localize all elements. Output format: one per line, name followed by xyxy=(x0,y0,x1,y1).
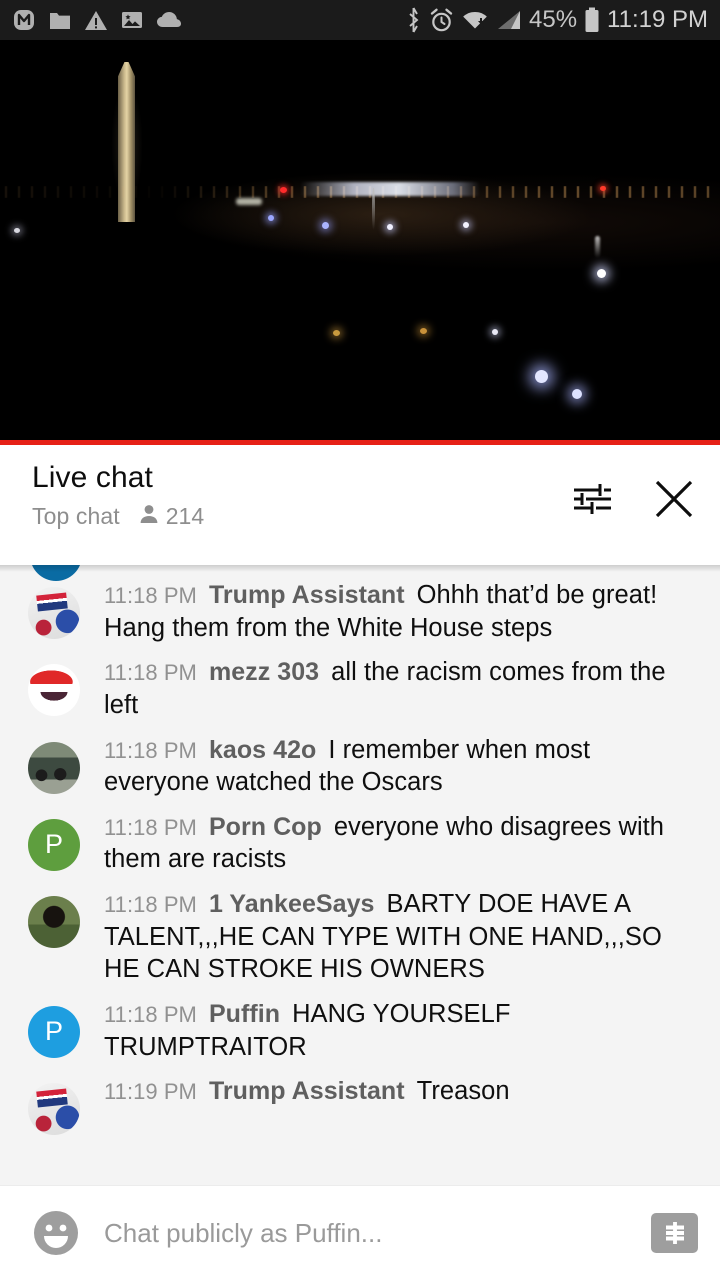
chat-message-author[interactable]: kaos 42o xyxy=(209,736,316,764)
live-chat-subheader: Top chat 214 xyxy=(32,503,568,531)
chat-message-body: 11:18 PM Trump Assistant Ohhh that’d be gr… xyxy=(104,579,694,644)
warning-icon xyxy=(84,9,108,31)
cloud-icon xyxy=(156,11,182,29)
avatar[interactable]: P xyxy=(28,818,80,871)
live-chat-title-block: Live chat Top chat 214 xyxy=(32,459,568,531)
chat-message-body: 11:18 PM Porn Cop everyone who disagrees w… xyxy=(104,811,694,876)
chat-mode-label[interactable]: Top chat xyxy=(32,503,120,530)
chat-message[interactable]: 11:19 PM Trump Assistant Treason xyxy=(0,1069,720,1141)
status-bar-left-icons xyxy=(12,8,182,32)
super-chat-dollar-icon[interactable] xyxy=(651,1213,698,1253)
tune-sliders-icon[interactable] xyxy=(568,475,616,523)
chat-message[interactable]: P 11:18 PM Puffin HANG YOURSELF TRUMPTRAITO… xyxy=(0,992,720,1069)
chat-message-body: 11:19 PM Trump Assistant Treason xyxy=(104,1075,694,1108)
close-x-icon[interactable] xyxy=(650,475,698,523)
chat-message-timestamp: 11:18 PM xyxy=(104,1001,197,1027)
chat-message[interactable]: 11:18 PM kaos 42o I remember when most eve… xyxy=(0,728,720,805)
live-chat-message-list[interactable]: 11:18 PM Trump Assistant Ohhh that’d be gr… xyxy=(0,565,720,1185)
status-bar-right-icons: 45% 11:19 PM xyxy=(405,6,708,34)
chat-message[interactable]: 11:18 PM 1 YankeeSays BARTY DOE HAVE A TAL… xyxy=(0,882,720,992)
m-badge-icon xyxy=(12,8,36,32)
chat-message-body: 11:18 PM 1 YankeeSays BARTY DOE HAVE A TAL… xyxy=(104,888,694,986)
chat-message-timestamp: 11:19 PM xyxy=(104,1079,197,1105)
live-video-player[interactable] xyxy=(0,40,720,445)
list-top-shadow xyxy=(0,565,720,572)
live-chat-title: Live chat xyxy=(32,461,153,494)
alarm-icon xyxy=(429,8,454,33)
chat-message-author[interactable]: Porn Cop xyxy=(209,813,322,841)
cellular-signal-icon xyxy=(496,9,522,31)
battery-percent-label: 45% xyxy=(529,6,578,33)
clock-label: 11:19 PM xyxy=(607,6,708,33)
washington-monument xyxy=(118,62,135,222)
live-chat-header-actions xyxy=(568,459,698,523)
avatar[interactable] xyxy=(28,664,80,717)
chat-input[interactable] xyxy=(104,1217,641,1249)
viewer-count-label: 214 xyxy=(165,503,205,529)
live-chat-header: Live chat Top chat 214 xyxy=(0,445,720,565)
chat-message-body: 11:18 PM Puffin HANG YOURSELF TRUMPTRAITOR xyxy=(104,998,694,1063)
bluetooth-icon xyxy=(405,7,422,33)
avatar[interactable]: P xyxy=(28,1005,80,1058)
avatar[interactable] xyxy=(28,1083,80,1136)
emoji-smiley-icon[interactable] xyxy=(30,1207,82,1259)
chat-message-timestamp: 11:18 PM xyxy=(104,660,197,686)
chat-message-author[interactable]: Trump Assistant xyxy=(209,1077,405,1105)
chat-message-author[interactable]: Trump Assistant xyxy=(209,581,405,609)
wifi-icon xyxy=(461,8,489,32)
person-icon xyxy=(138,503,160,531)
folder-icon xyxy=(48,9,72,31)
chat-message-body: 11:18 PM kaos 42o I remember when most eve… xyxy=(104,734,694,799)
viewer-count: 214 xyxy=(138,503,204,531)
chat-message-timestamp: 11:18 PM xyxy=(104,814,197,840)
avatar[interactable] xyxy=(28,896,80,948)
chat-message-timestamp: 11:18 PM xyxy=(104,892,197,917)
status-bar: 45% 11:19 PM xyxy=(0,0,720,40)
chat-message-author[interactable]: Puffin xyxy=(209,1000,280,1028)
chat-message[interactable]: 11:18 PM mezz 303 all the racism comes fro… xyxy=(0,650,720,727)
chat-message[interactable]: 11:18 PM Trump Assistant Ohhh that’d be gr… xyxy=(0,573,720,650)
city-core-glow xyxy=(300,182,480,196)
avatar[interactable] xyxy=(28,741,80,794)
avatar[interactable] xyxy=(28,587,80,639)
chat-message-body: 11:18 PM mezz 303 all the racism comes fro… xyxy=(104,656,694,721)
image-icon xyxy=(120,9,144,31)
chat-message-text: Treason xyxy=(416,1077,510,1106)
battery-icon xyxy=(584,7,600,33)
chat-message-author[interactable]: mezz 303 xyxy=(209,658,319,686)
chat-message-author[interactable]: 1 YankeeSays xyxy=(209,890,375,918)
chat-message-timestamp: 11:18 PM xyxy=(104,737,197,763)
chat-message[interactable]: P 11:18 PM Porn Cop everyone who disagrees … xyxy=(0,805,720,882)
chat-input-bar xyxy=(0,1185,720,1280)
chat-message-timestamp: 11:18 PM xyxy=(104,583,197,608)
